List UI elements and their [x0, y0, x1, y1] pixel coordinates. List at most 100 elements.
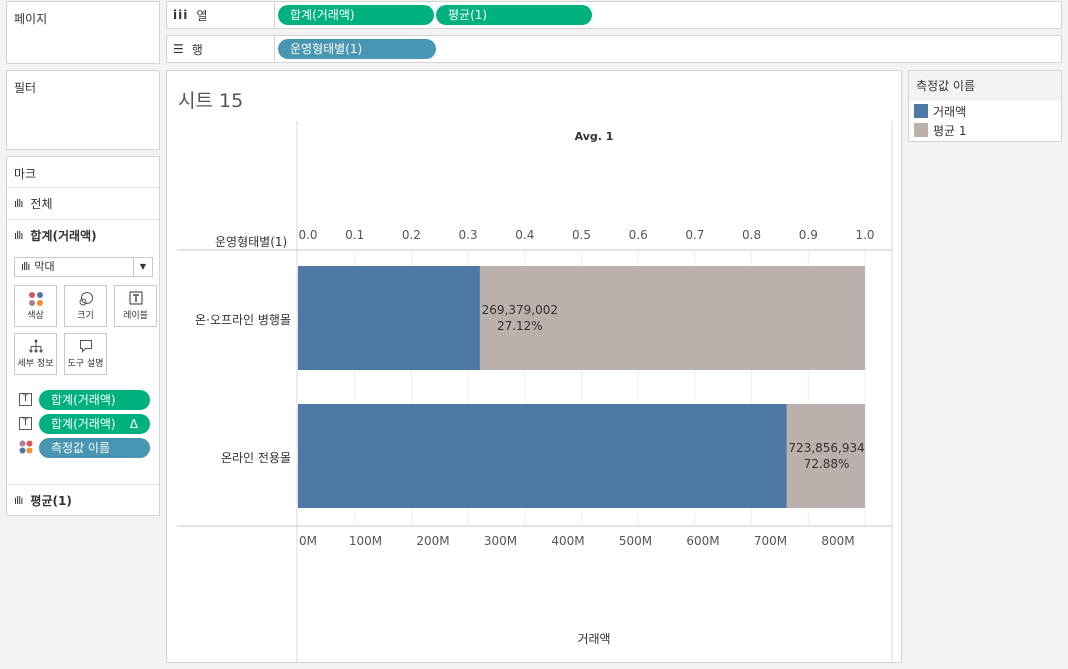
- text-label-icon: T: [19, 393, 32, 406]
- color-button[interactable]: 색상: [14, 285, 57, 327]
- speech-bubble-icon: [65, 334, 106, 356]
- rows-pill-operation-type[interactable]: 운영형태별(1): [278, 39, 436, 59]
- bar-value-label: 269,379,002 27.12%: [482, 302, 558, 334]
- marks-card: 마크 ıIlı 전체 ıIlı 합계(거래액) ıIlı 막대 ▼ 색상 크기 레…: [6, 156, 160, 516]
- top-axis-title: Avg. 1: [574, 130, 614, 143]
- marks-avg-label: 평균(1): [30, 493, 72, 508]
- bottom-tick-label: 700M: [753, 534, 788, 548]
- rows-shelf[interactable]: ☰ 행 운영형태별(1): [166, 35, 1062, 63]
- bar-chart-icon: ıIlı: [14, 228, 23, 242]
- top-tick-label: 0.9: [798, 228, 818, 242]
- legend-swatch-avg1: [914, 123, 928, 137]
- bar-chart-icon: ıIlı: [14, 493, 23, 507]
- rows-shelf-label: ☰ 행: [167, 36, 275, 62]
- top-tick-label: 0.4: [515, 228, 535, 242]
- row-header-title: 운영형태별(1): [215, 235, 288, 249]
- size-circles-icon: [65, 286, 106, 308]
- bar-chart-icon: ıIlı: [14, 196, 23, 210]
- marks-active-label: 합계(거래액): [30, 228, 97, 243]
- rows-label-text: 행: [191, 42, 203, 57]
- pill-text: 합계(거래액): [290, 8, 355, 22]
- bottom-tick-label: 0M: [299, 534, 317, 548]
- row-label-online-offline: 온·오프라인 병행몰: [195, 313, 291, 327]
- marks-title: 마크: [14, 167, 37, 181]
- bottom-tick-label: 300M: [483, 534, 518, 548]
- legend-item-avg1[interactable]: 평균 1: [914, 122, 967, 138]
- top-tick-label: 0.5: [571, 228, 592, 242]
- size-button[interactable]: 크기: [64, 285, 107, 327]
- columns-pill-sum-amount[interactable]: 합계(거래액): [278, 5, 434, 25]
- legend-swatch-amount: [914, 104, 928, 118]
- bottom-tick-label: 600M: [686, 534, 720, 548]
- rows-icon: ☰: [173, 42, 184, 56]
- top-tick-label: 0.8: [742, 228, 762, 242]
- bar-amount: [298, 266, 480, 370]
- columns-icon: iii: [173, 8, 189, 22]
- top-tick-label: 0.0: [298, 228, 318, 242]
- tooltip-button[interactable]: 도구 설명: [64, 333, 107, 375]
- top-tick-label: 0.1: [345, 228, 365, 242]
- columns-shelf[interactable]: iii 열 합계(거래액) 평균(1): [166, 1, 1062, 29]
- marks-active-row[interactable]: ıIlı 합계(거래액): [7, 219, 159, 250]
- columns-pill-avg-1[interactable]: 평균(1): [436, 5, 592, 25]
- top-tick-label: 1.0: [855, 228, 875, 242]
- top-tick-label: 0.6: [628, 228, 648, 242]
- detail-button[interactable]: 세부 정보: [14, 333, 57, 375]
- label-button[interactable]: 레이블: [114, 285, 157, 327]
- delta-icon: Δ: [129, 417, 138, 431]
- bar-value-percent: 27.12%: [496, 319, 543, 333]
- marks-all-row[interactable]: ıIlı 전체: [7, 187, 159, 218]
- tooltip-button-label: 도구 설명: [67, 359, 104, 369]
- legend-label-amount: 거래액: [933, 104, 967, 119]
- text-label-icon: T: [19, 417, 32, 430]
- color-dots-icon: [19, 440, 33, 457]
- bar-value-amount: 723,856,934: [788, 441, 865, 455]
- columns-shelf-label: iii 열: [167, 2, 275, 28]
- marks-avg-row[interactable]: ıIlı 평균(1): [7, 484, 159, 515]
- filters-title: 필터: [14, 81, 37, 95]
- top-tick-label: 0.2: [401, 228, 421, 242]
- filters-panel[interactable]: 필터: [6, 70, 160, 150]
- label-button-label: 레이블: [123, 311, 148, 321]
- columns-label-text: 열: [196, 8, 208, 23]
- top-tick-label: 0.3: [458, 228, 478, 242]
- bar-amount: [298, 404, 787, 508]
- legend-item-amount[interactable]: 거래액: [914, 103, 966, 119]
- mark-type-select[interactable]: ıIlı 막대 ▼: [14, 257, 153, 277]
- color-dots-icon: [15, 286, 56, 308]
- bottom-tick-label: 800M: [821, 534, 855, 548]
- legend-label-avg1: 평균 1: [933, 123, 967, 138]
- pages-title: 페이지: [14, 12, 48, 26]
- detail-button-label: 세부 정보: [17, 359, 54, 369]
- marks-all-label: 전체: [30, 196, 53, 211]
- color-pill-measure-names[interactable]: 측정값 이름: [39, 438, 150, 458]
- bar-value-amount: 269,379,002: [481, 303, 558, 317]
- legend-panel: 측정값 이름 거래액 평균 1: [908, 70, 1062, 142]
- pill-text: 합계(거래액): [51, 393, 116, 407]
- hierarchy-icon: [15, 334, 56, 356]
- color-button-label: 색상: [27, 311, 44, 321]
- pill-text: 운영형태별(1): [290, 42, 363, 56]
- chevron-down-icon: ▼: [133, 258, 152, 276]
- bottom-tick-label: 400M: [551, 534, 585, 548]
- label-pill-sum-amount[interactable]: 합계(거래액): [39, 390, 150, 410]
- pages-panel[interactable]: 페이지: [6, 1, 160, 64]
- top-tick-label: 0.7: [685, 228, 705, 242]
- bar-chart-icon: ıIlı: [21, 260, 30, 273]
- legend-title[interactable]: 측정값 이름: [909, 71, 1061, 101]
- bar-value-percent: 72.88%: [803, 457, 850, 471]
- bottom-tick-label: 500M: [618, 534, 653, 548]
- pill-text: 평균(1): [448, 8, 488, 22]
- text-label-icon: [115, 286, 156, 308]
- pill-text: 합계(거래액): [51, 417, 116, 431]
- bottom-axis-title: 거래액: [577, 632, 611, 646]
- label-pill-sum-amount-pct[interactable]: 합계(거래액) Δ: [39, 414, 150, 434]
- size-button-label: 크기: [77, 311, 94, 321]
- chart-area: [177, 121, 893, 662]
- bar-value-label: 723,856,934 72.88%: [788, 440, 864, 472]
- bottom-tick-label: 100M: [348, 534, 383, 548]
- row-label-online-only: 온라인 전용몰: [220, 451, 291, 465]
- pill-text: 측정값 이름: [51, 441, 111, 455]
- worksheet-view: 시트 15 Avg. 1 운영형태별(1) 0.0 0.1 0.2 0.3 0.4 0.5…: [166, 70, 902, 663]
- mark-type-value: 막대: [34, 260, 55, 273]
